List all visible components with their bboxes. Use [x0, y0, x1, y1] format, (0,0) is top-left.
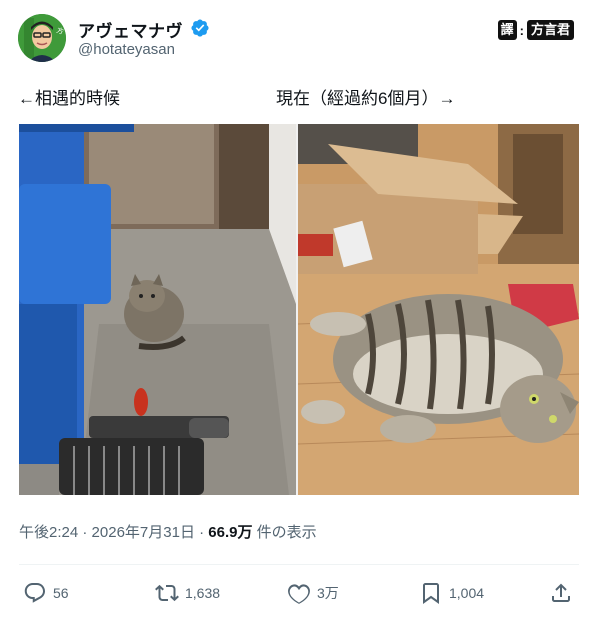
action-bar: 56 1,638 3万 1,004	[19, 564, 579, 616]
views-count: 66.9万	[208, 524, 253, 541]
tweet-text: ←相遇的時候 現在（經過約6個月）→	[18, 84, 580, 108]
caption-right: 現在（經過約6個月）→	[276, 89, 456, 108]
like-button[interactable]: 3万	[287, 581, 339, 605]
heart-icon	[288, 584, 310, 604]
bookmark-button[interactable]: 1,004	[419, 581, 484, 605]
translate-badge[interactable]: 譯 : 方言君	[497, 20, 574, 40]
post-time[interactable]: 午後2:24	[19, 524, 78, 541]
tweet-meta: 午後2:24 · 2026年7月31日 · 66.9万 件の表示	[19, 524, 317, 541]
avatar-image: 方	[18, 14, 66, 62]
caption-left: ←相遇的時候	[18, 89, 120, 108]
share-button[interactable]	[549, 581, 573, 605]
tweet-media[interactable]	[19, 124, 579, 495]
views-label: 件の表示	[256, 524, 317, 541]
reply-icon	[24, 583, 45, 603]
tweet-header: 方 アヴェマナヴ @hotateyasan 譯 : 方言君	[18, 14, 580, 64]
share-icon	[552, 583, 570, 602]
bookmark-count: 1,004	[449, 585, 485, 601]
display-name[interactable]: アヴェマナヴ	[78, 17, 183, 42]
reply-count: 56	[53, 585, 69, 601]
translate-icon: 譯	[497, 20, 517, 40]
verified-badge-icon	[191, 19, 209, 37]
bookmark-icon	[423, 583, 439, 604]
post-date[interactable]: 2026年7月31日	[92, 524, 195, 541]
user-handle[interactable]: @hotateyasan	[78, 41, 175, 58]
photo-stray-cat[interactable]	[19, 124, 296, 495]
retweet-icon	[155, 584, 179, 602]
retweet-button[interactable]: 1,638	[155, 581, 220, 605]
photo-chubby-cat[interactable]	[298, 124, 579, 495]
translate-label: 方言君	[526, 20, 574, 40]
like-count: 3万	[317, 585, 339, 601]
avatar[interactable]: 方	[18, 14, 66, 62]
reply-button[interactable]: 56	[23, 581, 69, 605]
retweet-count: 1,638	[185, 585, 221, 601]
